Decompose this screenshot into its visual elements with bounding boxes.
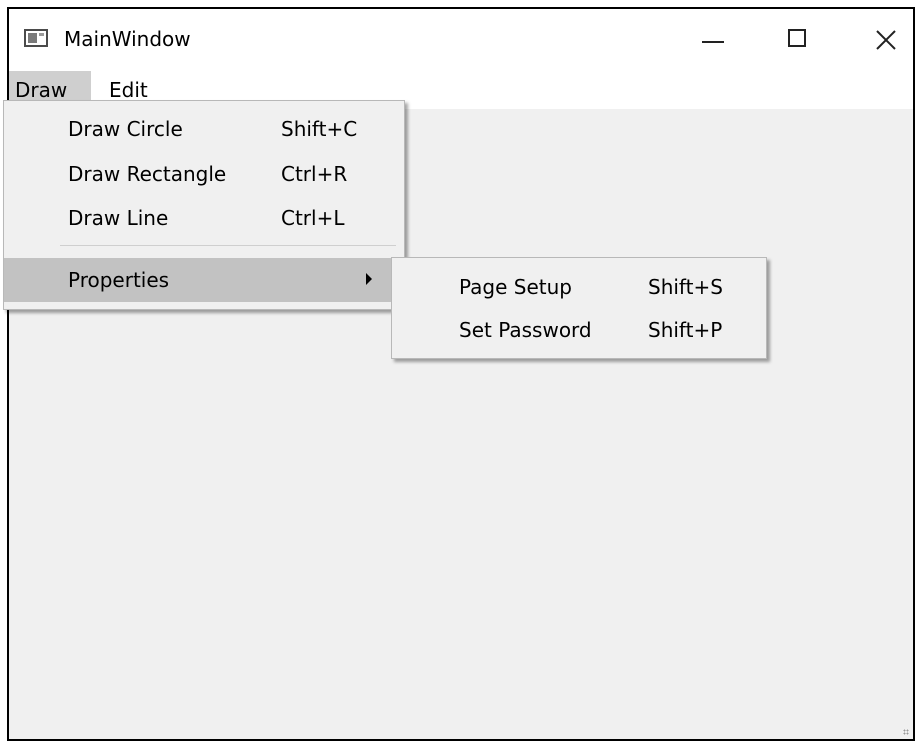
properties-submenu-popup: Page Setup Shift+S Set Password Shift+P xyxy=(391,257,767,359)
minimize-icon xyxy=(702,41,724,43)
resize-grip[interactable] xyxy=(903,729,909,735)
menu-item-shortcut: Shift+P xyxy=(648,318,723,342)
minimize-button[interactable] xyxy=(689,17,739,61)
close-button[interactable] xyxy=(861,17,911,61)
menu-item-label: Page Setup xyxy=(459,275,572,299)
menu-item-label: Set Password xyxy=(459,318,592,342)
menu-item-shortcut: Shift+S xyxy=(648,275,723,299)
window-icon xyxy=(24,29,48,47)
menu-item-label: Draw Circle xyxy=(68,117,183,141)
maximize-icon xyxy=(788,29,806,47)
menu-separator xyxy=(60,245,396,246)
maximize-button[interactable] xyxy=(773,17,823,61)
menu-item-draw-rectangle[interactable]: Draw Rectangle Ctrl+R xyxy=(4,152,404,196)
submenu-arrow-icon xyxy=(366,273,372,285)
title-bar[interactable]: MainWindow xyxy=(9,9,913,71)
menu-item-label: Draw Rectangle xyxy=(68,162,227,186)
menu-item-set-password[interactable]: Set Password Shift+P xyxy=(392,308,766,352)
menu-item-draw-circle[interactable]: Draw Circle Shift+C xyxy=(4,107,404,151)
menu-item-shortcut: Ctrl+L xyxy=(281,206,345,230)
menu-item-shortcut: Shift+C xyxy=(281,117,358,141)
menu-item-shortcut: Ctrl+R xyxy=(281,162,348,186)
window-title: MainWindow xyxy=(64,27,191,51)
draw-menu-popup: Draw Circle Shift+C Draw Rectangle Ctrl+… xyxy=(3,100,405,310)
menu-item-label: Draw Line xyxy=(68,206,169,230)
menu-item-properties[interactable]: Properties xyxy=(4,258,404,302)
menu-item-draw-line[interactable]: Draw Line Ctrl+L xyxy=(4,196,404,240)
menu-item-page-setup[interactable]: Page Setup Shift+S xyxy=(392,265,766,309)
close-icon xyxy=(876,30,896,50)
menu-item-label: Properties xyxy=(68,268,170,292)
